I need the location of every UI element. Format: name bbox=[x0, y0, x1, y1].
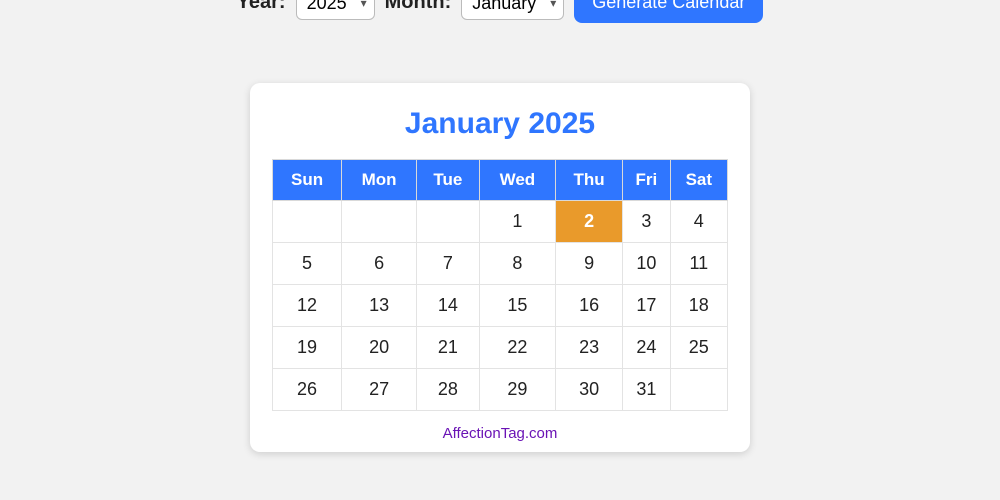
calendar-day-cell[interactable]: 3 bbox=[623, 201, 670, 243]
day-header: Tue bbox=[417, 160, 480, 201]
calendar-day-cell bbox=[273, 201, 342, 243]
calendar-day-cell[interactable]: 22 bbox=[479, 327, 555, 369]
calendar-day-cell[interactable]: 13 bbox=[342, 285, 417, 327]
day-header: Thu bbox=[556, 160, 623, 201]
calendar-day-cell[interactable]: 10 bbox=[623, 243, 670, 285]
day-header-row: Sun Mon Tue Wed Thu Fri Sat bbox=[273, 160, 728, 201]
calendar-week-row: 1234 bbox=[273, 201, 728, 243]
calendar-day-cell[interactable]: 11 bbox=[670, 243, 727, 285]
calendar-day-cell[interactable]: 4 bbox=[670, 201, 727, 243]
calendar-day-cell[interactable]: 8 bbox=[479, 243, 555, 285]
day-header: Sun bbox=[273, 160, 342, 201]
calendar-day-cell[interactable]: 6 bbox=[342, 243, 417, 285]
calendar-title: January 2025 bbox=[272, 107, 728, 141]
calendar-day-cell[interactable]: 7 bbox=[417, 243, 480, 285]
calendar-week-row: 12131415161718 bbox=[273, 285, 728, 327]
calendar-day-cell bbox=[670, 369, 727, 411]
calendar-card: January 2025 Sun Mon Tue Wed Thu Fri Sat… bbox=[250, 83, 750, 452]
calendar-day-cell[interactable]: 17 bbox=[623, 285, 670, 327]
year-label: Year: bbox=[237, 0, 286, 14]
calendar-day-cell[interactable]: 28 bbox=[417, 369, 480, 411]
calendar-day-cell bbox=[342, 201, 417, 243]
calendar-day-cell[interactable]: 18 bbox=[670, 285, 727, 327]
calendar-day-cell bbox=[417, 201, 480, 243]
calendar-day-cell[interactable]: 30 bbox=[556, 369, 623, 411]
calendar-week-row: 19202122232425 bbox=[273, 327, 728, 369]
calendar-week-row: 262728293031 bbox=[273, 369, 728, 411]
calendar-day-cell[interactable]: 15 bbox=[479, 285, 555, 327]
footer-site-link[interactable]: AffectionTag.com bbox=[272, 425, 728, 442]
day-header: Fri bbox=[623, 160, 670, 201]
day-header: Sat bbox=[670, 160, 727, 201]
calendar-day-cell[interactable]: 14 bbox=[417, 285, 480, 327]
calendar-controls: Year: 2025 Month: January Generate Calen… bbox=[0, 0, 1000, 23]
calendar-week-row: 567891011 bbox=[273, 243, 728, 285]
calendar-day-cell[interactable]: 5 bbox=[273, 243, 342, 285]
day-header: Wed bbox=[479, 160, 555, 201]
calendar-day-cell[interactable]: 23 bbox=[556, 327, 623, 369]
calendar-day-cell[interactable]: 27 bbox=[342, 369, 417, 411]
calendar-day-cell[interactable]: 16 bbox=[556, 285, 623, 327]
month-select-wrap: January bbox=[461, 0, 564, 20]
year-select-wrap: 2025 bbox=[296, 0, 375, 20]
calendar-day-cell[interactable]: 25 bbox=[670, 327, 727, 369]
calendar-day-cell[interactable]: 31 bbox=[623, 369, 670, 411]
calendar-day-cell[interactable]: 29 bbox=[479, 369, 555, 411]
generate-button[interactable]: Generate Calendar bbox=[574, 0, 763, 23]
calendar-day-cell[interactable]: 24 bbox=[623, 327, 670, 369]
year-select[interactable]: 2025 bbox=[296, 0, 375, 20]
calendar-day-cell[interactable]: 26 bbox=[273, 369, 342, 411]
day-header: Mon bbox=[342, 160, 417, 201]
month-label: Month: bbox=[385, 0, 452, 14]
calendar-table: Sun Mon Tue Wed Thu Fri Sat 123456789101… bbox=[272, 159, 728, 411]
calendar-day-cell[interactable]: 1 bbox=[479, 201, 555, 243]
calendar-day-cell[interactable]: 19 bbox=[273, 327, 342, 369]
month-select[interactable]: January bbox=[461, 0, 564, 20]
calendar-day-cell[interactable]: 12 bbox=[273, 285, 342, 327]
calendar-day-cell[interactable]: 20 bbox=[342, 327, 417, 369]
calendar-day-cell[interactable]: 9 bbox=[556, 243, 623, 285]
calendar-day-cell[interactable]: 21 bbox=[417, 327, 480, 369]
calendar-day-cell[interactable]: 2 bbox=[556, 201, 623, 243]
